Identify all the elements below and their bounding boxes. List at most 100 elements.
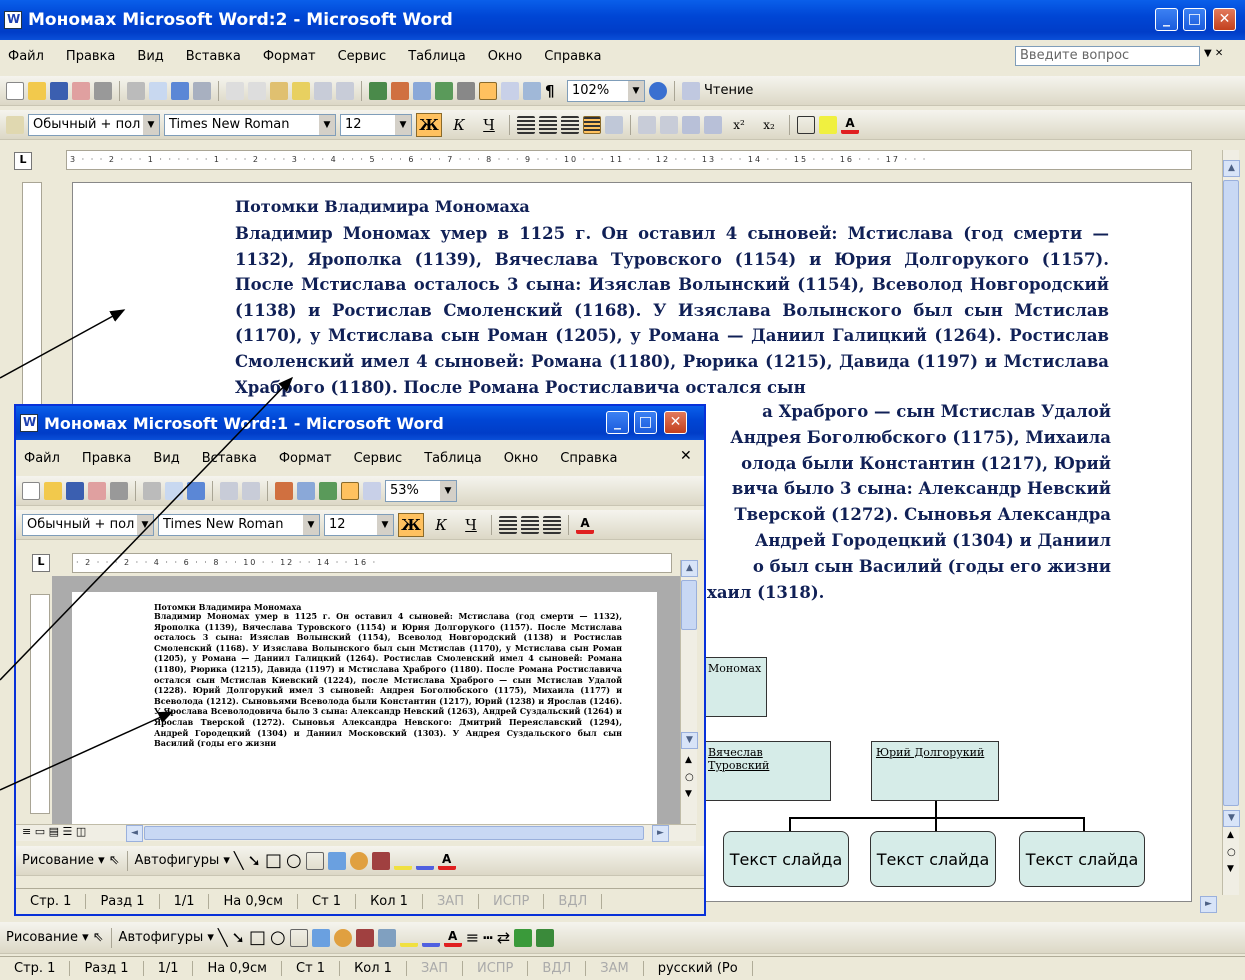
status-ovr[interactable]: ЗАМ <box>586 961 644 976</box>
prev-page-icon[interactable]: ▲ <box>1227 830 1234 840</box>
print-icon[interactable] <box>110 481 128 500</box>
scroll-thumb[interactable] <box>681 580 697 630</box>
menu-edit[interactable]: Правка <box>82 451 131 466</box>
spelling-icon[interactable] <box>171 81 189 100</box>
reading-icon[interactable] <box>682 81 700 100</box>
select-browse-icon[interactable]: ○ <box>685 772 694 783</box>
next-page-icon[interactable]: ▼ <box>1227 864 1234 874</box>
menu-file[interactable]: Файл <box>24 451 60 466</box>
save-icon[interactable] <box>50 81 68 100</box>
line-icon[interactable]: ╲ <box>234 851 244 870</box>
numbering-icon[interactable] <box>638 115 656 134</box>
arrow-icon[interactable]: ➘ <box>232 928 245 947</box>
line-color-icon[interactable] <box>415 852 434 870</box>
status-rec[interactable]: ЗАП <box>423 894 479 909</box>
hyperlink-icon[interactable] <box>369 81 387 100</box>
style-select[interactable]: Обычный + пол ▼ <box>22 513 154 536</box>
align-left-icon[interactable] <box>499 515 517 534</box>
open-icon[interactable] <box>28 81 46 100</box>
redo-icon[interactable] <box>336 81 354 100</box>
font-select[interactable]: Times New Roman ▼ <box>164 113 336 136</box>
scroll-left-button[interactable]: ◄ <box>126 825 143 842</box>
superscript-button[interactable]: x² <box>726 113 752 137</box>
select-objects-icon[interactable]: ⇖ <box>93 930 104 945</box>
arrow-style-icon[interactable]: ⇄ <box>497 928 510 947</box>
scroll-right-button[interactable]: ► <box>652 825 669 842</box>
print-preview-icon[interactable] <box>143 481 161 500</box>
select-browse-icon[interactable]: ○ <box>1227 847 1236 858</box>
paste-icon[interactable] <box>270 81 288 100</box>
diagram-icon[interactable] <box>349 851 368 870</box>
arrow-icon[interactable]: ➘ <box>248 851 261 870</box>
rectangle-icon[interactable]: □ <box>265 850 282 871</box>
inner-vertical-ruler[interactable] <box>30 594 50 814</box>
prev-page-icon[interactable]: ▲ <box>685 755 692 765</box>
bullets-icon[interactable] <box>660 115 678 134</box>
format-painter-icon[interactable] <box>292 81 310 100</box>
oval-icon[interactable]: ○ <box>270 927 286 948</box>
fill-color-icon[interactable] <box>393 852 412 870</box>
inner-minimize-button[interactable]: _ <box>606 411 629 434</box>
text-color-icon[interactable]: A <box>443 929 462 947</box>
open-icon[interactable] <box>44 481 62 500</box>
menu-help[interactable]: Справка <box>560 451 617 466</box>
status-ext[interactable]: ВДЛ <box>544 894 603 909</box>
spelling-icon[interactable] <box>187 481 205 500</box>
main-vertical-scrollbar[interactable]: ▲ ▼ ▲ ○ ▼ <box>1222 150 1240 895</box>
menu-format[interactable]: Формат <box>263 49 316 64</box>
print-icon[interactable] <box>94 81 112 100</box>
borders-icon[interactable] <box>797 115 815 134</box>
tables-borders-icon[interactable] <box>391 81 409 100</box>
menu-view[interactable]: Вид <box>153 451 179 466</box>
minimize-button[interactable]: _ <box>1155 8 1178 31</box>
inner-horizontal-scrollbar[interactable]: ≡ ▭ ▤ ☰ ◫ ◄ ► <box>16 824 696 842</box>
tab-selector[interactable]: L <box>14 152 32 170</box>
research-icon[interactable] <box>193 81 211 100</box>
menu-insert[interactable]: Вставка <box>202 451 257 466</box>
insert-table-icon[interactable] <box>297 481 315 500</box>
decrease-indent-icon[interactable] <box>682 115 700 134</box>
oval-icon[interactable]: ○ <box>286 850 302 871</box>
highlight-icon[interactable] <box>819 115 837 134</box>
main-vertical-ruler[interactable] <box>22 182 42 412</box>
undo-icon[interactable] <box>314 81 332 100</box>
scroll-up-button[interactable]: ▲ <box>1223 160 1240 177</box>
textbox-icon[interactable] <box>289 928 308 947</box>
insert-table-icon[interactable] <box>413 81 431 100</box>
diagram-icon[interactable] <box>333 928 352 947</box>
main-horizontal-ruler[interactable]: 3 · · · 2 · · · 1 · · · · · · 1 · · · 2 … <box>66 150 1192 170</box>
close-doc-icon[interactable]: ✕ <box>680 448 692 464</box>
wordart-icon[interactable] <box>311 928 330 947</box>
scroll-down-button[interactable]: ▼ <box>681 732 698 749</box>
help-icon[interactable] <box>649 81 667 100</box>
doc-map-icon[interactable] <box>523 81 541 100</box>
insert-excel-icon[interactable] <box>435 81 453 100</box>
textbox-icon[interactable] <box>305 851 324 870</box>
inner-zoom-select[interactable]: 53% ▼ <box>385 479 457 502</box>
tables-borders-icon[interactable] <box>275 481 293 500</box>
styles-icon[interactable] <box>6 115 24 134</box>
subscript-button[interactable]: x₂ <box>756 113 782 137</box>
menu-window[interactable]: Окно <box>504 451 539 466</box>
tab-selector[interactable]: L <box>32 554 50 572</box>
select-objects-icon[interactable]: ⇖ <box>109 853 120 868</box>
preview-icon[interactable] <box>165 481 183 500</box>
italic-button[interactable]: К <box>446 113 472 137</box>
columns-icon[interactable] <box>457 81 475 100</box>
scroll-thumb[interactable] <box>1223 180 1239 806</box>
status-trk[interactable]: ИСПР <box>463 961 529 976</box>
scroll-down-button[interactable]: ▼ <box>1223 810 1240 827</box>
preview-icon[interactable] <box>149 81 167 100</box>
autoshapes-menu[interactable]: Автофигуры ▾ <box>119 930 214 945</box>
font-select[interactable]: Times New Roman ▼ <box>158 513 320 536</box>
print-preview-icon[interactable] <box>127 81 145 100</box>
inner-document-page[interactable]: Потомки Владимира Мономаха Владимир Моно… <box>72 592 657 824</box>
help-search-input[interactable]: Введите вопрос <box>1015 46 1200 66</box>
rectangle-icon[interactable]: □ <box>249 927 266 948</box>
inner-close-button[interactable]: ✕ <box>664 411 687 434</box>
clipart-icon[interactable] <box>371 851 390 870</box>
inner-horizontal-ruler[interactable]: · 2 · · · 2 · · 4 · · 6 · · 8 · · 10 · ·… <box>72 553 672 573</box>
save-icon[interactable] <box>66 481 84 500</box>
show-hide-icon[interactable]: ¶ <box>545 82 563 100</box>
drawing-icon[interactable] <box>479 81 497 100</box>
